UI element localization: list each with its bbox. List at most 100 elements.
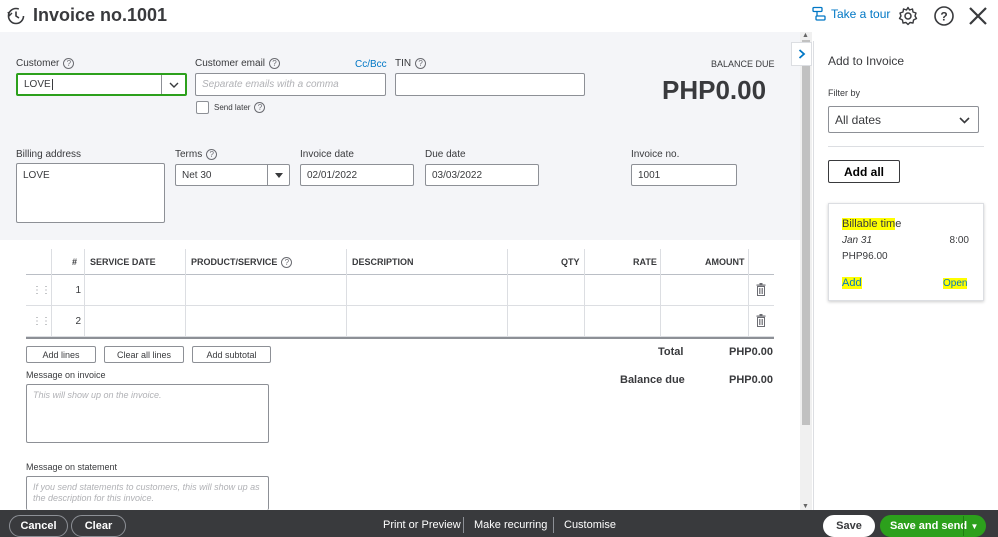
panel-title: Add to Invoice [828,54,905,68]
customer-label: Customer ? [16,58,75,69]
col-header-product-service: PRODUCT/SERVICE ? [191,249,293,275]
print-preview-link[interactable]: Print or Preview [383,519,461,531]
terms-select[interactable]: Net 30 [175,164,290,186]
message-statement-label: Message on statement [26,462,118,472]
scroll-down-icon[interactable]: ▼ [802,503,809,510]
card-open-link[interactable]: Open [943,278,968,289]
customer-email-label: Customer email ? [195,58,281,69]
card-time: 8:00 [949,235,969,246]
caret-down-icon[interactable] [267,165,289,185]
trash-icon[interactable] [756,283,766,296]
trash-icon[interactable] [756,314,766,327]
tin-label-text: TIN [395,58,412,69]
total-value: PHP0.00 [729,346,774,358]
terms-value: Net 30 [182,169,212,181]
message-statement-field[interactable]: If you send statements to customers, thi… [26,476,269,510]
due-date-label: Due date [425,149,466,160]
invoice-date-value: 02/01/2022 [307,169,358,181]
add-all-button[interactable]: Add all [828,160,900,183]
customise-link[interactable]: Customise [564,519,616,531]
send-later-text: Send later [214,103,251,112]
add-lines-button[interactable]: Add lines [26,346,96,363]
due-date-value: 03/03/2022 [432,169,483,181]
message-invoice-field[interactable]: This will show up on the invoice. [26,384,269,443]
balance-due-total-value: PHP0.00 [729,374,774,386]
save-and-send-label: Save and send [890,520,968,532]
due-date-field[interactable]: 03/03/2022 [425,164,539,186]
cc-bcc-link[interactable]: Cc/Bcc [355,59,387,70]
message-invoice-label: Message on invoice [26,370,106,380]
help-icon[interactable]: ? [933,5,955,27]
take-tour-link[interactable]: Take a tour [811,6,890,22]
table-row[interactable]: ⋮⋮ 1 [26,275,774,306]
drag-handle-icon[interactable]: ⋮⋮ [32,316,51,327]
help-icon[interactable]: ? [281,256,293,268]
caret-down-icon[interactable]: ▼ [963,516,985,536]
close-icon[interactable] [967,5,989,27]
add-to-invoice-panel: Add to Invoice Filter by All dates Add a… [813,41,998,510]
card-amount: PHP96.00 [842,251,888,262]
scroll-up-icon[interactable]: ▲ [802,32,809,39]
terms-label: Terms ? [175,149,218,160]
invoice-no-label: Invoice no. [631,149,680,160]
filter-value: All dates [835,112,882,127]
footer-separator [553,517,554,533]
divider [828,146,984,147]
scroll-thumb[interactable] [802,40,810,425]
table-row[interactable]: ⋮⋮ 2 [26,306,774,337]
billing-address-value: LOVE [23,170,50,181]
drag-handle-icon[interactable]: ⋮⋮ [32,285,51,296]
invoice-date-label: Invoice date [300,149,354,160]
row-number: 2 [75,316,81,327]
chevron-down-icon[interactable] [161,75,185,94]
col-header-qty: QTY [561,257,580,267]
save-and-send-button[interactable]: Save and send ▼ [880,515,986,537]
send-later-label: Send later ? [214,102,266,113]
settings-gear-icon[interactable] [897,5,919,27]
help-icon[interactable]: ? [63,58,75,69]
billing-address-label: Billing address [16,149,82,160]
balance-due-amount: PHP0.00 [662,75,767,105]
table-header: # SERVICE DATE PRODUCT/SERVICE ? DESCRIP… [26,249,774,275]
clear-button[interactable]: Clear [71,515,126,537]
form-scrollbar[interactable]: ▲ ▼ [800,32,812,510]
filter-by-select[interactable]: All dates [828,106,979,133]
customer-label-text: Customer [16,58,60,69]
history-icon[interactable] [6,6,26,26]
make-recurring-link[interactable]: Make recurring [474,519,547,531]
tin-field[interactable] [395,73,585,96]
card-title: Billable time [842,218,901,230]
card-add-link[interactable]: Add [842,277,862,289]
email-placeholder: Separate emails with a comma [202,79,339,90]
col-header-rate: RATE [633,257,657,267]
save-button[interactable]: Save [823,515,875,537]
col-header-number: # [72,257,78,267]
card-date: Jan 31 [842,235,873,246]
customer-email-field[interactable]: Separate emails with a comma [195,73,386,96]
svg-text:?: ? [940,10,947,24]
col-header-amount: AMOUNT [705,257,745,267]
footer-separator [463,517,464,533]
invoice-no-field[interactable]: 1001 [631,164,737,186]
billable-time-card: Billable time Jan 31 8:00 PHP96.00 Add O… [828,203,984,301]
terms-label-text: Terms [175,149,203,160]
help-icon[interactable]: ? [269,58,281,69]
invoice-header: Invoice no.1001 Take a tour ? [0,0,998,32]
row-number: 1 [75,285,81,296]
customer-select[interactable]: LOVE [16,73,187,96]
tour-icon [812,6,826,21]
page-title: Invoice no.1001 [33,5,168,25]
invoice-no-value: 1001 [638,169,661,181]
help-icon[interactable]: ? [206,149,218,160]
collapse-panel-chevron-icon[interactable] [791,42,812,66]
help-icon[interactable]: ? [415,58,427,69]
help-icon[interactable]: ? [254,102,266,113]
invoice-date-field[interactable]: 02/01/2022 [300,164,414,186]
billing-address-field[interactable]: LOVE [16,163,165,223]
balance-due-total-label: Balance due [620,374,685,386]
clear-all-lines-button[interactable]: Clear all lines [104,346,184,363]
cancel-button[interactable]: Cancel [9,515,68,537]
send-later-checkbox[interactable] [196,101,209,114]
col-header-product-text: PRODUCT/SERVICE [191,257,278,267]
add-subtotal-button[interactable]: Add subtotal [192,346,271,363]
